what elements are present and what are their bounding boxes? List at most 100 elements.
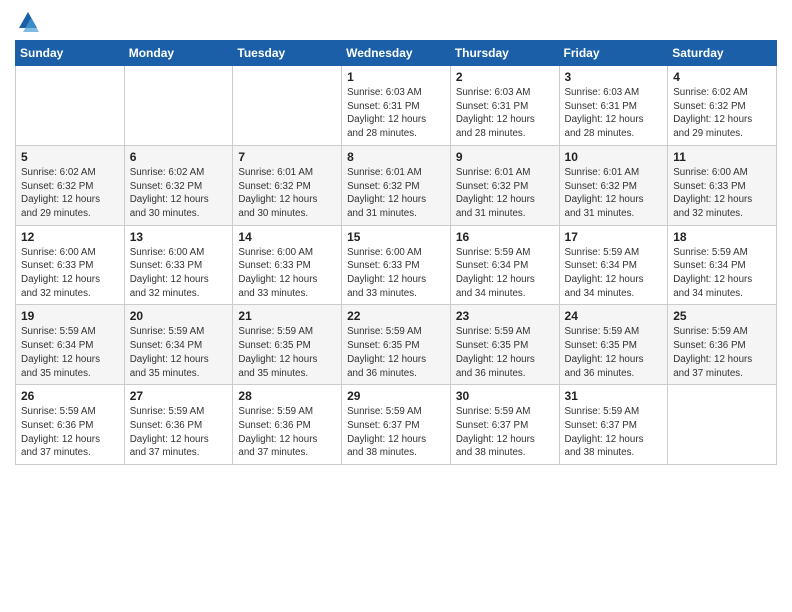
day-info: Sunrise: 5:59 AM Sunset: 6:36 PM Dayligh… (130, 405, 228, 460)
calendar-cell: 29Sunrise: 5:59 AM Sunset: 6:37 PM Dayli… (342, 385, 451, 465)
calendar-cell: 4 Sunrise: 6:02 AM Sunset: 6:32 PM Daylig… (668, 66, 777, 146)
header (15, 10, 777, 32)
day-info: Sunrise: 6:00 AM Sunset: 6:33 PM Dayligh… (21, 246, 119, 301)
day-info: Sunrise: 6:03 AM Sunset: 6:31 PM Dayligh… (347, 86, 445, 141)
calendar-cell: 19 Sunrise: 5:59 AM Sunset: 6:34 PM Dayli… (16, 305, 125, 385)
calendar-cell: 16Sunrise: 5:59 AM Sunset: 6:34 PM Dayli… (450, 225, 559, 305)
day-number: 29 (347, 389, 445, 403)
day-number: 12 (21, 230, 119, 244)
calendar-cell: 18 Sunrise: 5:59 AM Sunset: 6:34 PM Dayli… (668, 225, 777, 305)
day-number: 9 (456, 150, 554, 164)
day-number: 25 (673, 309, 771, 323)
calendar-cell: 1 Sunrise: 6:03 AM Sunset: 6:31 PM Daylig… (342, 66, 451, 146)
calendar-cell: 11Sunrise: 6:00 AM Sunset: 6:33 PM Dayli… (668, 145, 777, 225)
day-number: 23 (456, 309, 554, 323)
day-info: Sunrise: 6:00 AM Sunset: 6:33 PM Dayligh… (347, 246, 445, 301)
calendar-cell: 6Sunrise: 6:02 AM Sunset: 6:32 PM Daylig… (124, 145, 233, 225)
day-info: Sunrise: 5:59 AM Sunset: 6:36 PM Dayligh… (21, 405, 119, 460)
calendar-week-row: 12 Sunrise: 6:00 AM Sunset: 6:33 PM Dayli… (16, 225, 777, 305)
day-info: Sunrise: 5:59 AM Sunset: 6:34 PM Dayligh… (673, 246, 771, 301)
day-info: Sunrise: 6:02 AM Sunset: 6:32 PM Dayligh… (673, 86, 771, 141)
calendar-cell: 26 Sunrise: 5:59 AM Sunset: 6:36 PM Dayli… (16, 385, 125, 465)
logo (15, 10, 39, 32)
calendar-week-row: 5 Sunrise: 6:02 AM Sunset: 6:32 PM Daylig… (16, 145, 777, 225)
calendar-cell: 31 Sunrise: 5:59 AM Sunset: 6:37 PM Dayli… (559, 385, 668, 465)
day-info: Sunrise: 6:00 AM Sunset: 6:33 PM Dayligh… (130, 246, 228, 301)
calendar-cell: 30 Sunrise: 5:59 AM Sunset: 6:37 PM Dayli… (450, 385, 559, 465)
day-number: 19 (21, 309, 119, 323)
day-number: 26 (21, 389, 119, 403)
calendar-cell: 15 Sunrise: 6:00 AM Sunset: 6:33 PM Dayli… (342, 225, 451, 305)
calendar-week-row: 1 Sunrise: 6:03 AM Sunset: 6:31 PM Daylig… (16, 66, 777, 146)
day-info: Sunrise: 5:59 AM Sunset: 6:37 PM Dayligh… (565, 405, 663, 460)
day-info: Sunrise: 5:59 AM Sunset: 6:34 PM Dayligh… (21, 325, 119, 380)
day-number: 28 (238, 389, 336, 403)
day-info: Sunrise: 6:01 AM Sunset: 6:32 PM Dayligh… (456, 166, 554, 221)
calendar-cell: 3 Sunrise: 6:03 AM Sunset: 6:31 PM Daylig… (559, 66, 668, 146)
day-info: Sunrise: 5:59 AM Sunset: 6:35 PM Dayligh… (347, 325, 445, 380)
calendar-cell: 21Sunrise: 5:59 AM Sunset: 6:35 PM Dayli… (233, 305, 342, 385)
day-info: Sunrise: 5:59 AM Sunset: 6:34 PM Dayligh… (565, 246, 663, 301)
calendar-week-row: 19 Sunrise: 5:59 AM Sunset: 6:34 PM Dayli… (16, 305, 777, 385)
day-number: 20 (130, 309, 228, 323)
day-info: Sunrise: 5:59 AM Sunset: 6:37 PM Dayligh… (456, 405, 554, 460)
calendar-cell: 24Sunrise: 5:59 AM Sunset: 6:35 PM Dayli… (559, 305, 668, 385)
day-info: Sunrise: 5:59 AM Sunset: 6:35 PM Dayligh… (238, 325, 336, 380)
calendar-cell: 7 Sunrise: 6:01 AM Sunset: 6:32 PM Daylig… (233, 145, 342, 225)
calendar-cell (16, 66, 125, 146)
calendar-cell: 8 Sunrise: 6:01 AM Sunset: 6:32 PM Daylig… (342, 145, 451, 225)
calendar-header-saturday: Saturday (668, 41, 777, 66)
calendar-header-tuesday: Tuesday (233, 41, 342, 66)
day-number: 31 (565, 389, 663, 403)
calendar-header-row: SundayMondayTuesdayWednesdayThursdayFrid… (16, 41, 777, 66)
day-number: 27 (130, 389, 228, 403)
day-info: Sunrise: 5:59 AM Sunset: 6:34 PM Dayligh… (456, 246, 554, 301)
day-number: 8 (347, 150, 445, 164)
calendar-cell: 25 Sunrise: 5:59 AM Sunset: 6:36 PM Dayli… (668, 305, 777, 385)
day-number: 22 (347, 309, 445, 323)
calendar-header-friday: Friday (559, 41, 668, 66)
calendar-header-thursday: Thursday (450, 41, 559, 66)
day-info: Sunrise: 6:00 AM Sunset: 6:33 PM Dayligh… (238, 246, 336, 301)
calendar-cell: 23 Sunrise: 5:59 AM Sunset: 6:35 PM Dayli… (450, 305, 559, 385)
day-info: Sunrise: 5:59 AM Sunset: 6:36 PM Dayligh… (673, 325, 771, 380)
calendar-cell: 13 Sunrise: 6:00 AM Sunset: 6:33 PM Dayli… (124, 225, 233, 305)
calendar-week-row: 26 Sunrise: 5:59 AM Sunset: 6:36 PM Dayli… (16, 385, 777, 465)
day-number: 18 (673, 230, 771, 244)
day-info: Sunrise: 6:02 AM Sunset: 6:32 PM Dayligh… (21, 166, 119, 221)
day-info: Sunrise: 5:59 AM Sunset: 6:35 PM Dayligh… (456, 325, 554, 380)
day-number: 10 (565, 150, 663, 164)
day-number: 7 (238, 150, 336, 164)
day-number: 4 (673, 70, 771, 84)
day-number: 13 (130, 230, 228, 244)
calendar-cell: 17Sunrise: 5:59 AM Sunset: 6:34 PM Dayli… (559, 225, 668, 305)
calendar-header-monday: Monday (124, 41, 233, 66)
day-number: 3 (565, 70, 663, 84)
calendar-cell: 5 Sunrise: 6:02 AM Sunset: 6:32 PM Daylig… (16, 145, 125, 225)
day-number: 14 (238, 230, 336, 244)
day-info: Sunrise: 5:59 AM Sunset: 6:35 PM Dayligh… (565, 325, 663, 380)
calendar-cell (668, 385, 777, 465)
day-info: Sunrise: 5:59 AM Sunset: 6:36 PM Dayligh… (238, 405, 336, 460)
calendar-cell: 22 Sunrise: 5:59 AM Sunset: 6:35 PM Dayli… (342, 305, 451, 385)
calendar-cell: 14 Sunrise: 6:00 AM Sunset: 6:33 PM Dayli… (233, 225, 342, 305)
calendar-table: SundayMondayTuesdayWednesdayThursdayFrid… (15, 40, 777, 465)
day-info: Sunrise: 5:59 AM Sunset: 6:34 PM Dayligh… (130, 325, 228, 380)
day-info: Sunrise: 6:01 AM Sunset: 6:32 PM Dayligh… (238, 166, 336, 221)
day-info: Sunrise: 6:01 AM Sunset: 6:32 PM Dayligh… (565, 166, 663, 221)
logo-icon (17, 10, 39, 32)
day-info: Sunrise: 6:03 AM Sunset: 6:31 PM Dayligh… (565, 86, 663, 141)
calendar-cell: 20 Sunrise: 5:59 AM Sunset: 6:34 PM Dayli… (124, 305, 233, 385)
calendar-cell: 2Sunrise: 6:03 AM Sunset: 6:31 PM Daylig… (450, 66, 559, 146)
day-number: 1 (347, 70, 445, 84)
day-number: 5 (21, 150, 119, 164)
calendar-cell (124, 66, 233, 146)
day-number: 15 (347, 230, 445, 244)
calendar-header-sunday: Sunday (16, 41, 125, 66)
day-number: 30 (456, 389, 554, 403)
day-info: Sunrise: 6:03 AM Sunset: 6:31 PM Dayligh… (456, 86, 554, 141)
day-info: Sunrise: 6:02 AM Sunset: 6:32 PM Dayligh… (130, 166, 228, 221)
calendar-cell: 27 Sunrise: 5:59 AM Sunset: 6:36 PM Dayli… (124, 385, 233, 465)
page: SundayMondayTuesdayWednesdayThursdayFrid… (0, 0, 792, 480)
day-info: Sunrise: 6:01 AM Sunset: 6:32 PM Dayligh… (347, 166, 445, 221)
